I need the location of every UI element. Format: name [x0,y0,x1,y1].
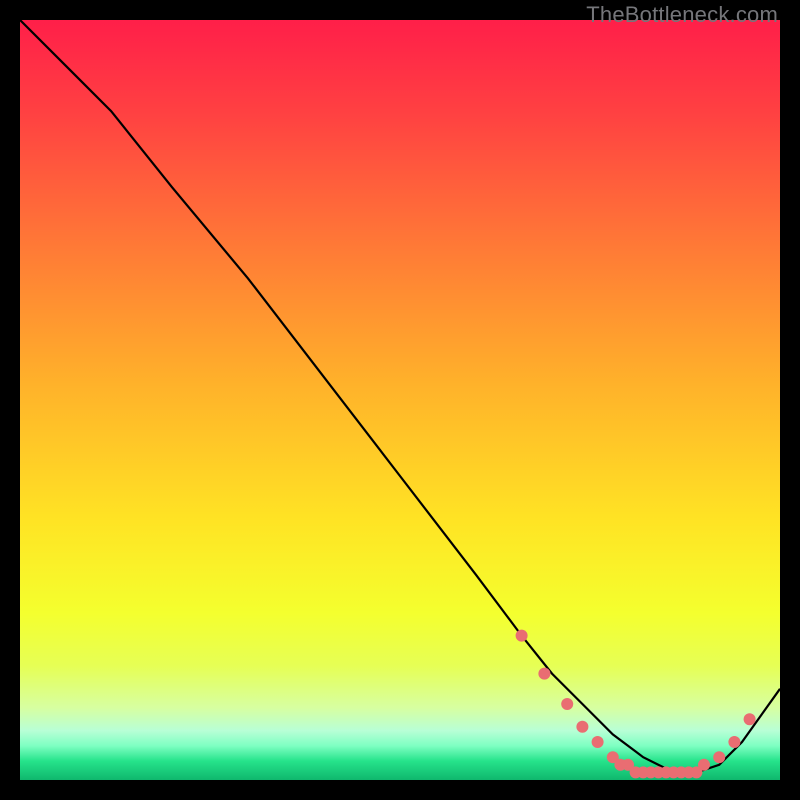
chart-frame [20,20,780,780]
chart-svg [20,20,780,780]
chart-background [20,20,780,780]
chart-marker-dot [538,668,550,680]
chart-marker-dot [576,721,588,733]
chart-marker-dot [713,751,725,763]
chart-marker-dot [592,736,604,748]
chart-marker-dot [516,630,528,642]
chart-marker-dot [561,698,573,710]
chart-marker-dot [698,759,710,771]
chart-marker-dot [744,713,756,725]
chart-marker-dot [728,736,740,748]
watermark-text: TheBottleneck.com [586,2,778,28]
